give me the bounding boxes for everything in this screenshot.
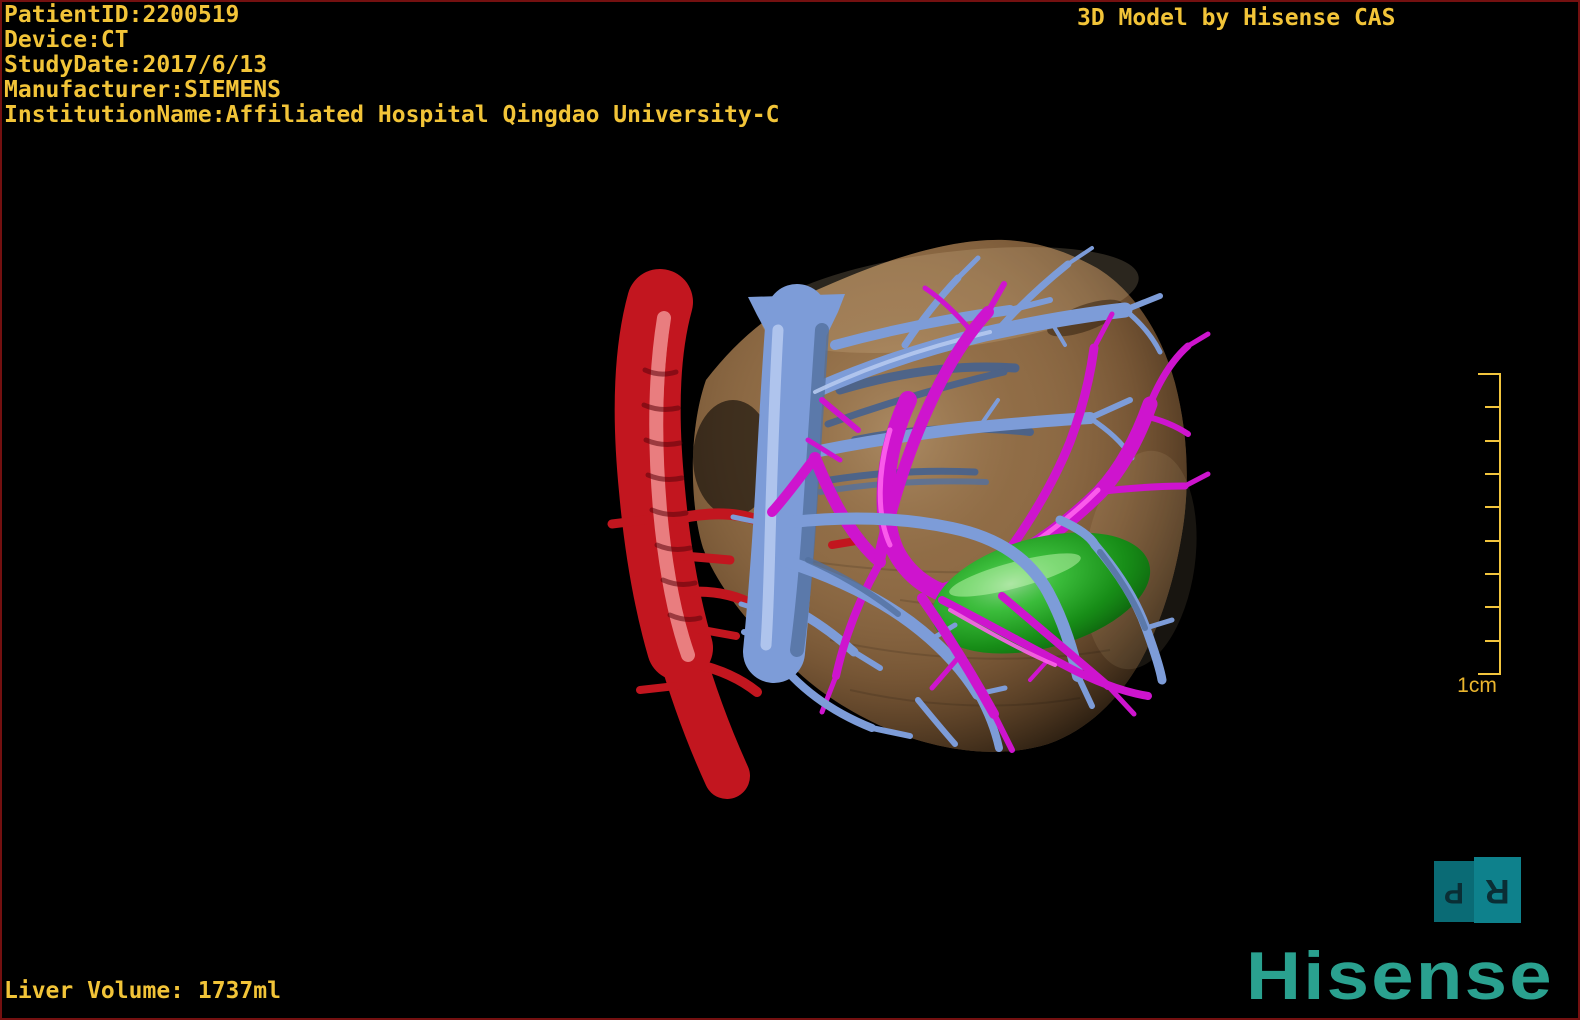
viewer-screen: PatientID:2200519 Device:CT StudyDate:20… <box>0 0 1580 1020</box>
orientation-cube[interactable]: P R <box>1434 857 1522 923</box>
scale-bar <box>1477 373 1501 675</box>
scale-tick <box>1485 640 1501 642</box>
orientation-letter-p: P <box>1443 875 1464 909</box>
liver-volume-label: Liver Volume: 1737ml <box>4 978 281 1004</box>
patient-id-line: PatientID:2200519 <box>4 2 240 28</box>
device-line: Device:CT <box>4 27 129 53</box>
scale-tick <box>1485 540 1501 542</box>
scale-bar-line <box>1499 373 1501 675</box>
institution-line: InstitutionName:Affiliated Hospital Qing… <box>4 102 780 128</box>
orientation-face-right[interactable]: R <box>1474 857 1521 923</box>
model-3d-view[interactable] <box>0 0 1580 1020</box>
view-title: 3D Model by Hisense CAS <box>1077 5 1396 31</box>
scale-tick <box>1478 373 1501 375</box>
scale-tick <box>1485 473 1501 475</box>
orientation-letter-r: R <box>1485 871 1510 910</box>
scale-tick <box>1485 573 1501 575</box>
patient-info: PatientID:2200519 Device:CT StudyDate:20… <box>4 3 779 128</box>
manufacturer-line: Manufacturer:SIEMENS <box>4 77 281 103</box>
study-date-line: StudyDate:2017/6/13 <box>4 52 268 78</box>
scale-tick <box>1485 506 1501 508</box>
scale-tick <box>1485 406 1501 408</box>
hisense-logo: Hisense <box>1246 938 1554 1014</box>
scale-tick <box>1485 440 1501 442</box>
scale-tick <box>1485 606 1501 608</box>
scale-label: 1cm <box>1457 674 1497 697</box>
orientation-face-posterior[interactable]: P <box>1434 861 1474 922</box>
